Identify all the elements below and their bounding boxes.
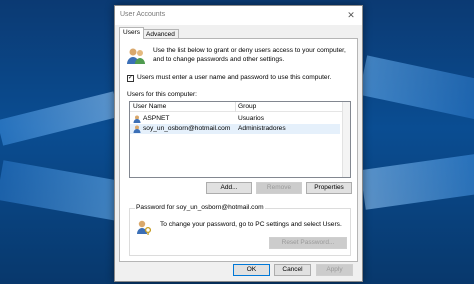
must-enter-password-label: Users must enter a user name and passwor… xyxy=(137,74,332,81)
apply-button[interactable]: Apply xyxy=(316,264,353,276)
users-tab-panel: Use the list below to grant or deny user… xyxy=(119,38,358,262)
wallpaper-beam xyxy=(360,153,474,210)
row-user-name: soy_un_osborn@hotmail.com xyxy=(143,125,231,132)
password-instructions: To change your password, go to PC settin… xyxy=(160,221,342,228)
tab-users[interactable]: Users xyxy=(119,27,144,39)
row-group: Usuarios xyxy=(238,115,265,122)
password-group-title: Password for soy_un_osborn@hotmail.com xyxy=(135,204,265,211)
add-button[interactable]: Add... xyxy=(206,182,252,194)
table-row[interactable]: ASPNET Usuarios xyxy=(130,114,340,124)
list-header: User Name Group xyxy=(130,102,350,112)
close-icon[interactable]: ✕ xyxy=(344,8,358,22)
users-list[interactable]: User Name Group ASPNET Usuarios soy_un_o… xyxy=(129,101,351,178)
remove-button[interactable]: Remove xyxy=(256,182,302,194)
users-icon xyxy=(127,48,145,64)
reset-password-button[interactable]: Reset Password... xyxy=(269,237,347,249)
ok-button[interactable]: OK xyxy=(233,264,270,276)
wallpaper-beam xyxy=(358,55,474,120)
column-header-group[interactable]: Group xyxy=(238,103,256,110)
row-user-name: ASPNET xyxy=(143,115,170,122)
wallpaper-beam xyxy=(0,160,122,221)
password-icon xyxy=(137,220,152,235)
password-groupbox: Password for soy_un_osborn@hotmail.com T… xyxy=(129,204,351,256)
list-scrollbar[interactable] xyxy=(342,102,350,177)
wallpaper-beam xyxy=(0,91,120,146)
properties-button[interactable]: Properties xyxy=(306,182,352,194)
row-group: Administradores xyxy=(238,125,286,132)
user-icon xyxy=(133,125,141,133)
table-row[interactable]: soy_un_osborn@hotmail.com Administradore… xyxy=(130,124,340,134)
intro-text: Use the list below to grant or deny user… xyxy=(153,47,346,63)
title-bar: User Accounts ✕ xyxy=(115,6,362,25)
column-separator xyxy=(235,102,236,112)
users-section-label: Users for this computer: xyxy=(127,91,197,98)
user-icon xyxy=(133,115,141,123)
column-header-user-name[interactable]: User Name xyxy=(133,103,166,110)
cancel-button[interactable]: Cancel xyxy=(274,264,311,276)
user-accounts-dialog: User Accounts ✕ Users Advanced Use the l… xyxy=(114,5,363,282)
must-enter-password-checkbox[interactable]: ✓ xyxy=(127,75,134,82)
dialog-title: User Accounts xyxy=(120,11,166,18)
